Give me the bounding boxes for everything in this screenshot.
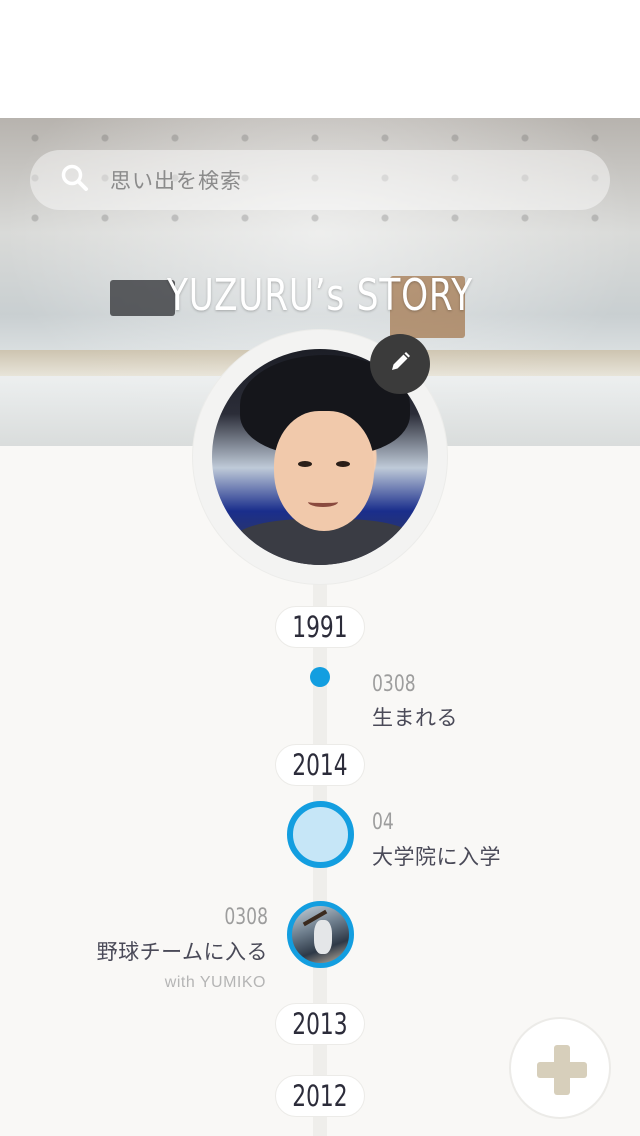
event-photo-thumbnail[interactable] — [287, 901, 354, 968]
avatar-mouth — [308, 497, 338, 507]
year-text: 2014 — [292, 748, 348, 782]
year-text: 2013 — [292, 1007, 348, 1041]
page-title: YUZURU’s STORY — [166, 270, 474, 321]
year-text: 2012 — [292, 1079, 348, 1113]
event-title[interactable]: 生まれる — [372, 702, 458, 732]
timeline-dot-large[interactable] — [287, 801, 354, 868]
avatar-face — [274, 411, 374, 531]
year-label-2014[interactable]: 2014 — [275, 744, 365, 786]
search-input[interactable]: 思い出を検索 — [110, 165, 242, 195]
pencil-icon — [388, 350, 412, 379]
top-bar — [0, 0, 640, 118]
add-memory-button[interactable] — [509, 1017, 611, 1119]
year-label-2012[interactable]: 2012 — [275, 1075, 365, 1117]
avatar-eye-left — [298, 461, 312, 467]
event-date: 04 — [372, 810, 394, 835]
event-title[interactable]: 野球チームに入る — [70, 936, 268, 966]
year-label-2013[interactable]: 2013 — [275, 1003, 365, 1045]
photo-player — [314, 920, 332, 954]
year-label-1991[interactable]: 1991 — [275, 606, 365, 648]
search-bar[interactable]: 思い出を検索 — [30, 150, 610, 210]
avatar-eye-right — [336, 461, 350, 467]
event-title[interactable]: 大学院に入学 — [372, 841, 501, 871]
timeline-dot[interactable] — [310, 667, 330, 687]
year-text: 1991 — [292, 610, 348, 644]
edit-profile-button[interactable] — [370, 334, 430, 394]
event-date: 0308 — [224, 905, 268, 930]
event-with-label: with YUMIKO — [164, 974, 266, 991]
event-date: 0308 — [372, 672, 416, 697]
search-icon — [60, 163, 90, 198]
